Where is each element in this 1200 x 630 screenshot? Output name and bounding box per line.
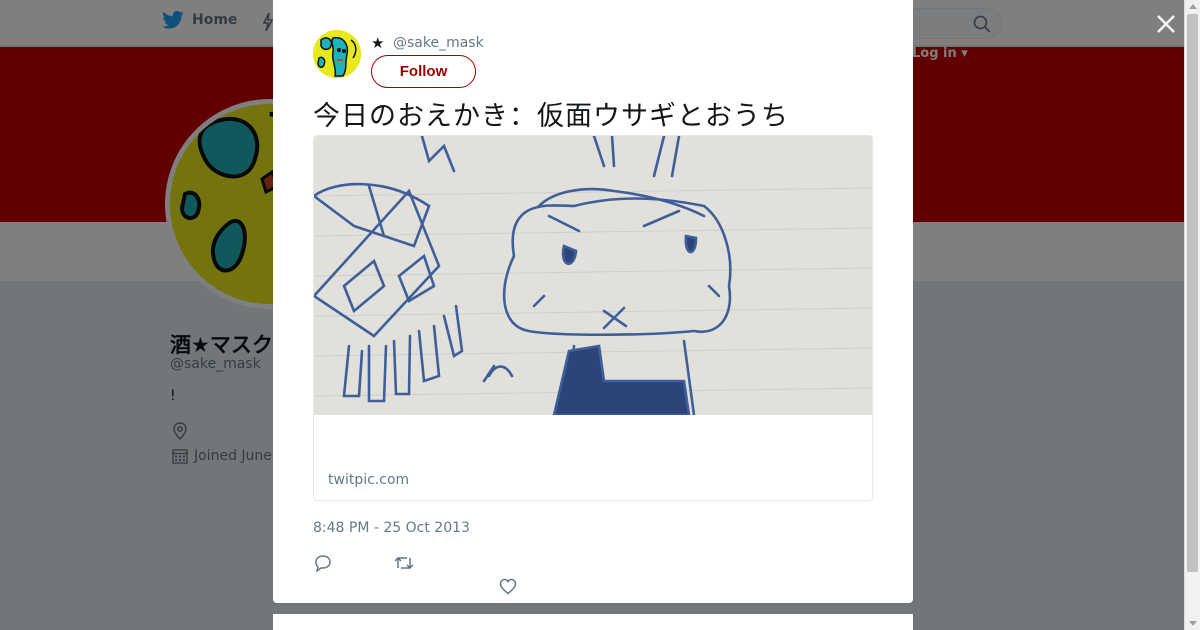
scrollbar[interactable]: [1184, 0, 1200, 630]
heart-icon: [499, 578, 517, 595]
tweet-timestamp[interactable]: 8:48 PM - 25 Oct 2013: [313, 520, 470, 536]
like-button[interactable]: [499, 578, 517, 599]
close-icon: [1157, 15, 1175, 33]
tweet-text: 今日のおえかき：仮面ウサギとおうち: [313, 101, 789, 132]
tweet-author-avatar[interactable]: [313, 30, 361, 78]
scroll-up-arrow[interactable]: [1189, 4, 1197, 9]
close-button[interactable]: [1154, 12, 1178, 36]
scroll-down-arrow[interactable]: [1189, 621, 1197, 626]
retweet-icon: [394, 556, 414, 570]
rabbit-drawing-image: [314, 136, 872, 417]
next-tweet-modal-edge: [273, 614, 913, 630]
link-preview-card[interactable]: twitpic.com: [313, 135, 873, 501]
scrollbar-thumb[interactable]: [1187, 14, 1198, 572]
card-image[interactable]: [314, 136, 872, 417]
tweet-modal: ★ @sake_mask Follow 今日のおえかき：仮面ウサギとおうち tw…: [273, 0, 913, 603]
tweet-author-avatar-drawing: [313, 30, 361, 78]
follow-button[interactable]: Follow: [371, 55, 476, 88]
tweet-author-name[interactable]: ★: [371, 34, 384, 52]
reply-icon: [315, 555, 331, 573]
tweet-author-handle[interactable]: @sake_mask: [393, 35, 484, 51]
card-domain: twitpic.com: [328, 472, 410, 488]
retweet-button[interactable]: [394, 554, 414, 576]
reply-button[interactable]: [314, 554, 332, 576]
